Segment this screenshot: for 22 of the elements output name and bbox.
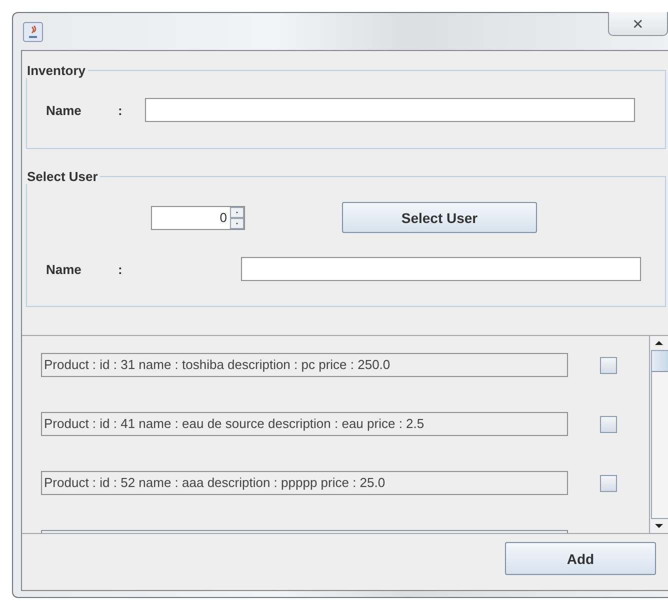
name-field[interactable] [241, 257, 641, 281]
select-user-button[interactable]: Select User [342, 202, 537, 233]
spinner-up-icon[interactable] [230, 206, 244, 218]
name-label: Name [46, 262, 82, 276]
spinner-down-icon[interactable] [230, 218, 244, 228]
colon-label: : [118, 102, 124, 118]
scrollbar[interactable] [649, 336, 668, 533]
number-spinner[interactable]: 0 [151, 206, 245, 230]
group-title: Inventory [26, 63, 87, 78]
product-field[interactable]: Product : id : 31 name : toshiba description : pc price : 250.0 [41, 353, 568, 377]
group-title: Select User [26, 169, 99, 184]
product-field[interactable]: Product : id : 41 name : eau de source description : eau price : 2.5 [41, 412, 568, 436]
scroll-thumb[interactable] [652, 351, 668, 372]
checkbox[interactable] [600, 356, 617, 374]
checkbox[interactable] [600, 416, 617, 432]
close-button[interactable]: ✕ [608, 12, 668, 36]
name-label: Name [46, 102, 82, 118]
checkbox[interactable] [600, 474, 617, 492]
name-field[interactable] [145, 98, 635, 122]
product-field[interactable]: Product : id : 52 name : aaa description : ppppp price : 25.0 [41, 471, 568, 495]
colon-label: : [118, 262, 124, 276]
add-button[interactable]: Add [505, 542, 656, 575]
